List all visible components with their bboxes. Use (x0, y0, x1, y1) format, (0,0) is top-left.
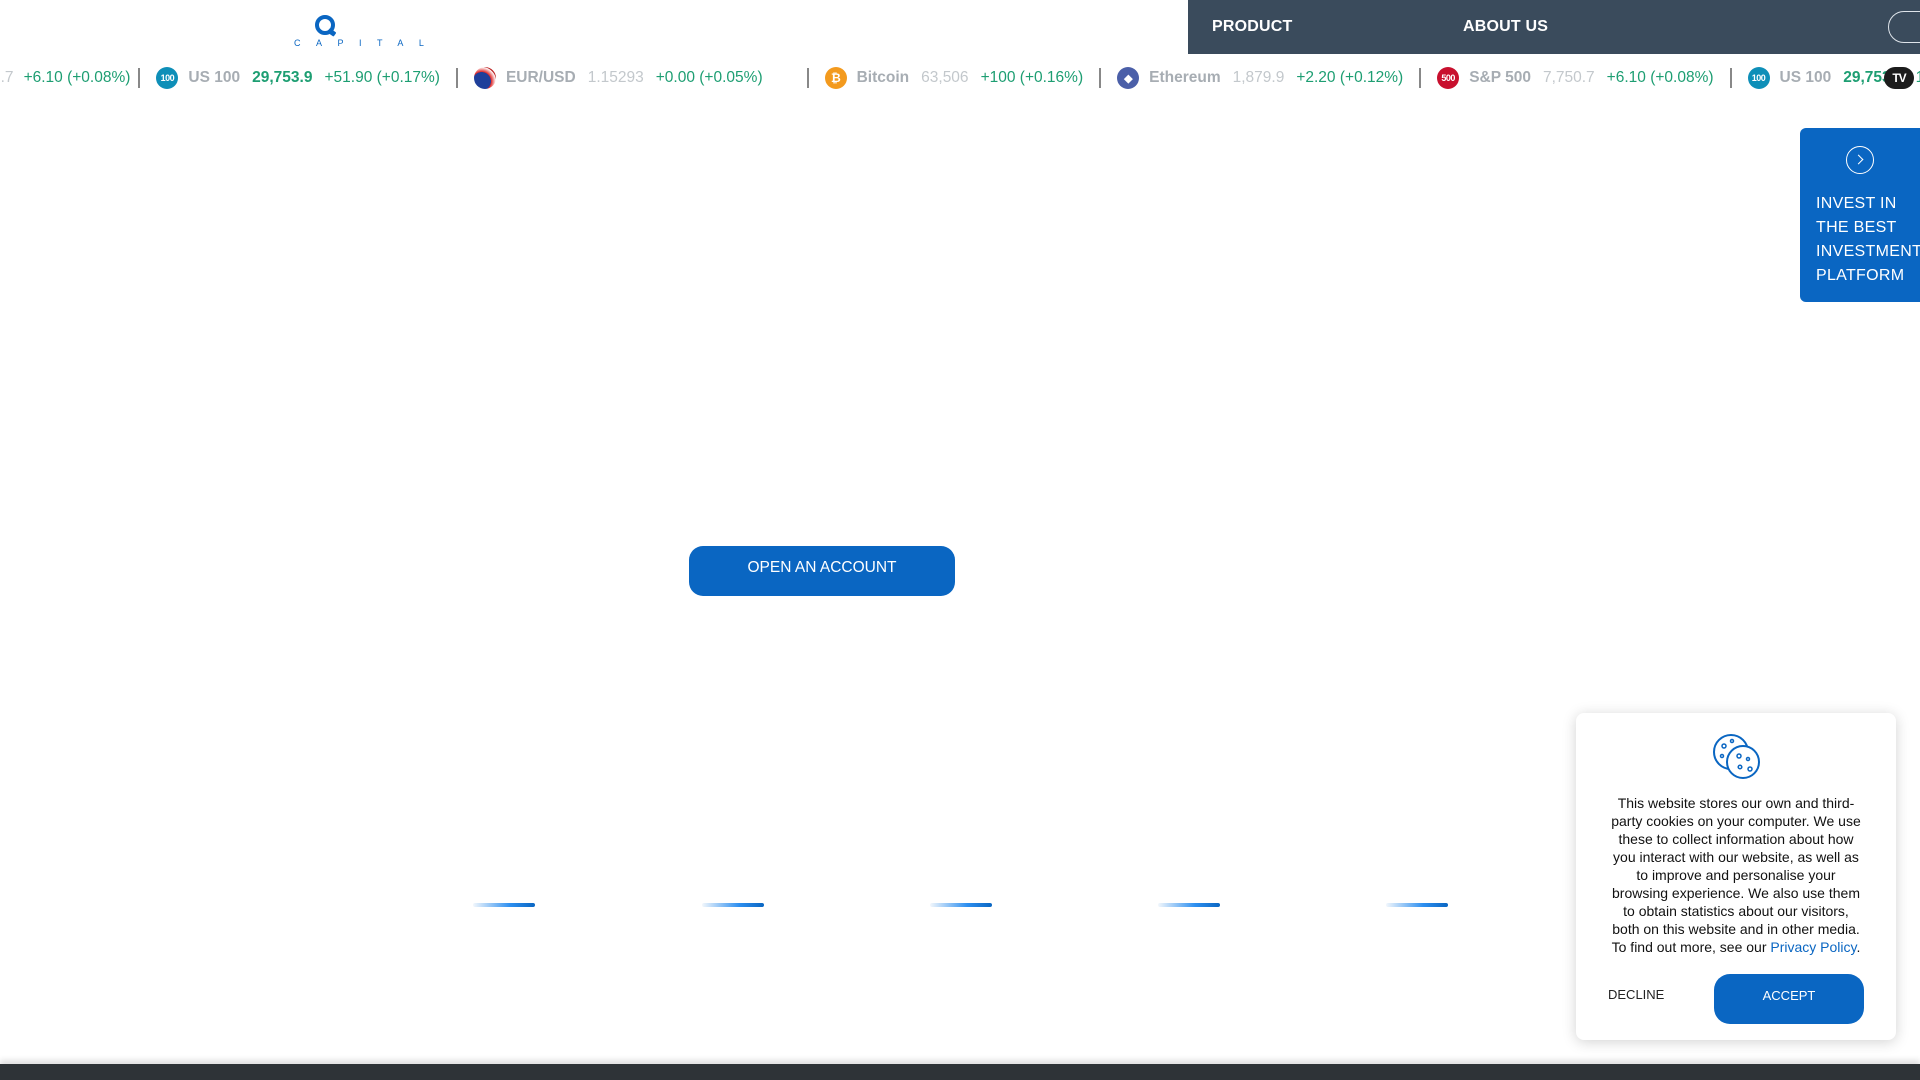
ticker-change: +6.10 (+0.08%) (1606, 69, 1714, 86)
ticker-price: 0.7 (0, 69, 14, 86)
arrow-right-circle-icon (1846, 146, 1874, 174)
ticker-name: US 100 (1779, 69, 1832, 86)
top-navigation: PRODUCT ABOUT US (1188, 0, 1920, 54)
eu-us-flag-icon (473, 67, 496, 89)
ticker-name: S&P 500 (1469, 69, 1531, 86)
us100-icon: 100 (1747, 67, 1770, 89)
privacy-policy-link[interactable]: Privacy Policy (1770, 939, 1856, 955)
us100-icon: 100 (156, 67, 179, 89)
decline-cookies-button[interactable]: DECLINE (1608, 987, 1664, 1002)
nav-login-button[interactable] (1888, 11, 1920, 43)
carousel-indicator-1[interactable] (473, 903, 535, 907)
ticker-change: +2.20 (+0.12%) (1296, 69, 1404, 86)
carousel-indicator-5[interactable] (1386, 903, 1448, 907)
tradingview-badge-icon[interactable]: TV (1884, 67, 1914, 89)
ticker-name: Bitcoin (856, 69, 910, 86)
ticker-name: Ethereum (1149, 69, 1221, 86)
ticker-price: 7,750.7 (1542, 69, 1595, 86)
ticker-item-sp500[interactable]: 500 S&P 500 7,750.7 +6.10 (+0.08%) (1421, 67, 1732, 89)
cookie-consent-dialog: This website stores our own and third-pa… (1576, 713, 1896, 1040)
ticker-track: 0.7 +6.10 (+0.08%) 100 US 100 29,753.9 +… (0, 60, 1920, 96)
ticker-name: EUR/USD (505, 69, 576, 86)
footer-bar (0, 1064, 1920, 1080)
logo-mark-icon (315, 15, 337, 37)
promo-text: INVEST IN THE BEST INVESTMENT PLATFORM (1816, 195, 1920, 284)
ticker-item-ethereum[interactable]: ◆ Ethereum 1,879.9 +2.20 (+0.12%) (1101, 67, 1422, 89)
ticker-item-bitcoin[interactable]: ₿ Bitcoin 63,506 +100 (+0.16%) (806, 67, 1102, 89)
ticker-name: US 100 (188, 69, 241, 86)
carousel-indicator-3[interactable] (930, 903, 992, 907)
invest-promo-tab[interactable]: INVEST IN THE BEST INVESTMENT PLATFORM (1800, 128, 1920, 302)
open-account-button[interactable]: OPEN AN ACCOUNT (689, 546, 955, 596)
ticker-change: 1 (1915, 69, 1920, 86)
carousel-indicator-2[interactable] (702, 903, 764, 907)
bitcoin-icon: ₿ (824, 67, 847, 89)
ticker-item-partial[interactable]: 0.7 +6.10 (+0.08%) (0, 68, 141, 88)
ticker-price: 63,506 (921, 69, 969, 86)
cookie-message: This website stores our own and third-pa… (1608, 794, 1864, 956)
nav-item-product[interactable]: PRODUCT (1212, 18, 1293, 36)
ticker-price: 1.15293 (587, 69, 644, 86)
ticker-change: +0.00 (+0.05%) (655, 69, 763, 86)
logo-text: CAPITAL (294, 38, 440, 48)
sp500-icon: 500 (1437, 67, 1460, 89)
capital-logo[interactable]: CAPITAL (294, 12, 440, 48)
carousel-indicator-4[interactable] (1158, 903, 1220, 907)
market-ticker: 0.7 +6.10 (+0.08%) 100 US 100 29,753.9 +… (0, 60, 1920, 96)
cookie-icon (1713, 734, 1760, 779)
ticker-item-us100[interactable]: 100 US 100 29,753.9 +51.90 (+0.17%) (140, 67, 458, 89)
ticker-change: +51.90 (+0.17%) (324, 69, 440, 86)
ticker-price: 29,753.9 (252, 69, 313, 86)
accept-cookies-button[interactable]: ACCEPT (1714, 974, 1864, 1024)
ethereum-icon: ◆ (1117, 67, 1140, 89)
ticker-item-eurusd[interactable]: EUR/USD 1.15293 +0.00 (+0.05%) (458, 67, 807, 89)
ticker-change: +6.10 (+0.08%) (23, 69, 131, 86)
nav-item-about-us[interactable]: ABOUT US (1463, 18, 1548, 36)
cookie-message-text: This website stores our own and third-pa… (1611, 795, 1861, 955)
cookie-message-end: . (1856, 939, 1861, 955)
ticker-price: 1,879.9 (1232, 69, 1285, 86)
ticker-change: +100 (+0.16%) (980, 69, 1084, 86)
